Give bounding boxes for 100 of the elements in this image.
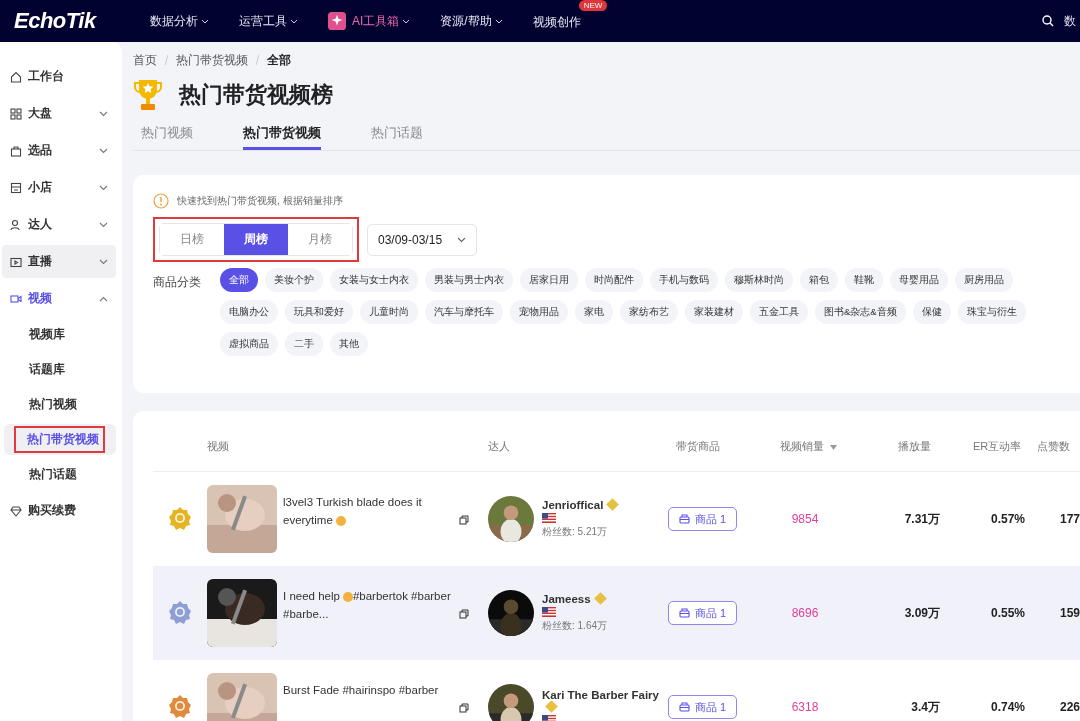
category-chip[interactable]: 珠宝与衍生 — [957, 300, 1026, 324]
column-header[interactable]: 视频销量 — [780, 438, 837, 454]
nav-menu[interactable]: AI工具箱 — [352, 12, 411, 30]
table-cell-text: 0.74% — [989, 700, 1025, 714]
category-chip[interactable]: 母婴用品 — [890, 268, 948, 292]
breadcrumb-link[interactable]: 首页 — [133, 51, 157, 69]
category-chip[interactable]: 保健 — [912, 300, 951, 324]
sidebar-subitem-label: 热门视频 — [28, 396, 78, 413]
chevron-icon — [99, 184, 108, 191]
sidebar-subitem-label: 热门话题 — [28, 466, 78, 483]
chevron-icon — [99, 258, 108, 265]
category-label: 商品分类 — [153, 274, 202, 291]
category-chip[interactable]: 汽车与摩托车 — [425, 300, 503, 324]
home-icon — [10, 70, 22, 83]
sidebar-item[interactable]: 视频 — [2, 282, 116, 315]
emoji-icon — [606, 498, 620, 511]
breadcrumb-link[interactable]: 全部 — [267, 51, 291, 69]
category-chip[interactable]: 二手 — [285, 332, 323, 356]
category-chip[interactable]: 家电 — [575, 300, 613, 324]
basket-icon — [679, 702, 690, 712]
video-title[interactable]: Burst Fade #hairinspo #barber — [283, 673, 453, 699]
category-chip[interactable]: 女装与女士内衣 — [330, 268, 418, 292]
goods-button[interactable]: 商品 1 — [668, 507, 738, 531]
category-chip[interactable]: 宠物用品 — [510, 300, 568, 324]
emoji-icon — [593, 592, 607, 605]
category-chip[interactable]: 其他 — [330, 332, 368, 356]
date-select[interactable]: 03/09-03/15 — [367, 223, 477, 256]
chevron-icon — [99, 295, 108, 302]
category-chip[interactable]: 电脑办公 — [220, 300, 278, 324]
category-chip[interactable]: 箱包 — [800, 268, 838, 292]
creator-name[interactable]: Kari The Barber Fairy — [542, 689, 660, 713]
sidebar-subitem[interactable]: 视频库 — [4, 319, 116, 350]
sidebar-subitem[interactable]: 热门带货视频 — [4, 424, 116, 455]
copy-icon[interactable] — [459, 703, 469, 713]
category-chip[interactable]: 美妆个护 — [265, 268, 323, 292]
page-title: 热门带货视频榜 — [179, 81, 333, 109]
column-header[interactable]: 达人 — [488, 438, 510, 454]
new-badge: NEW — [578, 0, 608, 11]
sidebar-item[interactable]: 工作台 — [2, 60, 116, 93]
copy-icon[interactable] — [459, 515, 469, 525]
sidebar-subitem[interactable]: 热门话题 — [4, 459, 116, 490]
column-header[interactable]: ER互动率 — [973, 438, 1022, 454]
column-header[interactable]: 点赞数 — [1037, 438, 1070, 454]
category-chip[interactable]: 手机与数码 — [650, 268, 718, 292]
category-chip[interactable]: 鞋靴 — [845, 268, 883, 292]
table-row[interactable]: I need help #barbertok #barber #barbe... Jameess 粉丝数: 1.64万 商品 1 8696 3.09万 0.55% 159 — [153, 566, 1080, 660]
goods-button[interactable]: 商品 1 — [668, 695, 738, 719]
category-chip[interactable]: 厨房用品 — [955, 268, 1013, 292]
tv-icon — [10, 255, 22, 268]
category-chip[interactable]: 儿童时尚 — [360, 300, 418, 324]
creator-name[interactable]: Jenrioffical — [542, 499, 660, 511]
table-cell-text: 3.4万 — [910, 698, 940, 716]
column-header[interactable]: 带货商品 — [676, 438, 720, 454]
category-chip[interactable]: 玩具和爱好 — [285, 300, 353, 324]
category-chip[interactable]: 家纺布艺 — [620, 300, 678, 324]
table-cell-text: 7.31万 — [903, 510, 940, 528]
sidebar-item[interactable]: 达人 — [2, 208, 116, 241]
hint-text: 快速找到热门带货视频, 根据销量排序 — [177, 194, 343, 208]
nav-menu[interactable]: 运营工具 — [239, 12, 298, 30]
category-chip[interactable]: 穆斯林时尚 — [725, 268, 793, 292]
trophy-icon — [133, 78, 163, 112]
column-header[interactable]: 播放量 — [898, 438, 931, 454]
creator-name[interactable]: Jameess — [542, 593, 660, 605]
warning-icon — [153, 193, 169, 209]
category-chip[interactable]: 时尚配件 — [585, 268, 643, 292]
category-chip[interactable]: 虚拟商品 — [220, 332, 278, 356]
sidebar-item[interactable]: 直播 — [2, 245, 116, 278]
logo[interactable]: EchoTik — [14, 8, 150, 34]
search-icon[interactable] — [1042, 15, 1054, 27]
nav-menu[interactable]: 视频创作 — [532, 14, 581, 29]
column-header[interactable]: 视频 — [207, 438, 229, 454]
copy-icon[interactable] — [459, 609, 469, 619]
category-chip[interactable]: 家装建材 — [685, 300, 743, 324]
sidebar-subitem-label: 热门带货视频 — [14, 426, 105, 453]
period-tab[interactable]: 周榜 — [224, 224, 288, 255]
sort-icon[interactable] — [830, 444, 837, 450]
table-cell-text: 0.55% — [989, 606, 1025, 620]
breadcrumb-link[interactable]: 热门带货视频 — [176, 51, 248, 69]
nav-menu[interactable]: 数据分析 — [150, 12, 209, 30]
sidebar-subitem[interactable]: 热门视频 — [4, 389, 116, 420]
goods-button[interactable]: 商品 1 — [668, 601, 738, 625]
caret-icon — [402, 18, 411, 24]
video-title[interactable]: l3vel3 Turkish blade does it everytime — [283, 485, 453, 529]
nav-menu[interactable]: 数 — [1064, 12, 1076, 30]
sidebar-item[interactable]: 小店 — [2, 171, 116, 204]
category-chip[interactable]: 居家日用 — [520, 268, 578, 292]
video-title[interactable]: I need help #barbertok #barber #barbe... — [283, 579, 453, 623]
nav-menu[interactable]: 资源/帮助 — [440, 12, 503, 30]
sidebar-item[interactable]: 大盘 — [2, 97, 116, 130]
category-chip[interactable]: 男装与男士内衣 — [425, 268, 513, 292]
basket-icon — [679, 608, 690, 618]
caret-icon — [457, 236, 466, 243]
category-chip[interactable]: 全部 — [220, 268, 258, 292]
category-chip[interactable]: 图书&杂志&音频 — [815, 300, 906, 324]
table-cell-text: 0.57% — [989, 512, 1025, 526]
tab[interactable]: 热门带货视频 — [243, 118, 321, 150]
category-chip[interactable]: 五金工具 — [750, 300, 808, 324]
sidebar-subitem[interactable]: 话题库 — [4, 354, 116, 385]
sidebar-item[interactable]: 选品 — [2, 134, 116, 167]
sidebar-item[interactable]: 购买续费 — [2, 494, 116, 527]
